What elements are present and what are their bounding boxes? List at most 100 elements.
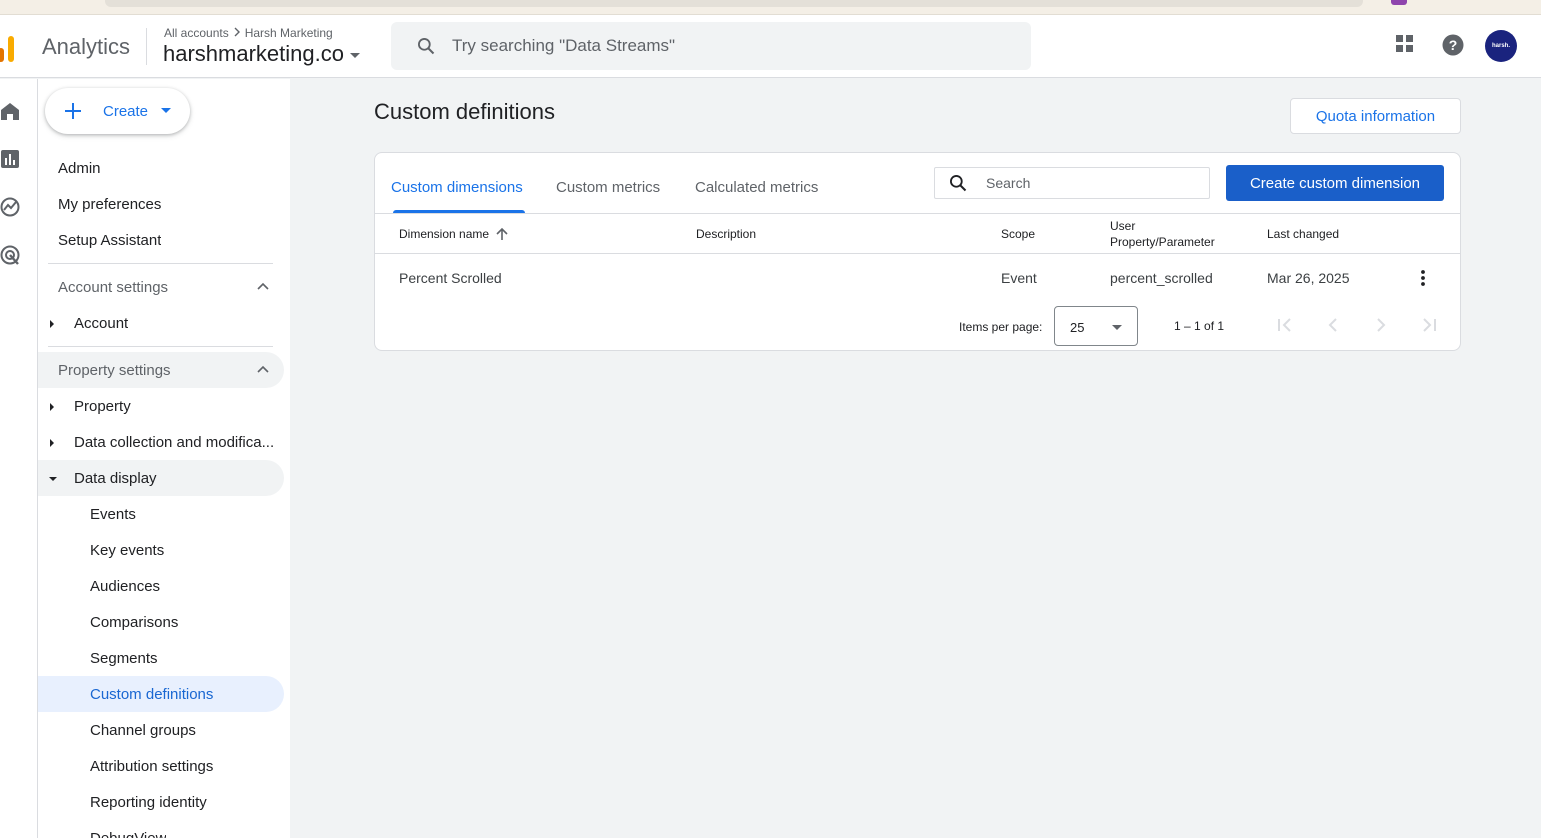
caret-down-icon[interactable] [161, 108, 171, 113]
page-title: Custom definitions [374, 99, 555, 124]
table-search-input[interactable] [986, 175, 1186, 191]
property-name: harshmarketing.co [163, 41, 344, 66]
more-vert-icon[interactable] [1415, 268, 1431, 293]
chevron-right-icon [233, 26, 241, 40]
column-header-user-property-line1: User [1110, 219, 1136, 233]
breadcrumb-account[interactable]: Harsh Marketing [245, 26, 333, 40]
plus-icon [65, 103, 81, 119]
nav-property-settings[interactable]: Property settings [38, 352, 284, 388]
avatar[interactable]: harsh. [1485, 30, 1517, 62]
nav-account-settings-label: Account settings [58, 278, 169, 296]
browser-address-bar[interactable] [105, 0, 1363, 7]
nav-reporting-identity[interactable]: Reporting identity [38, 784, 284, 820]
sort-ascending-icon [496, 227, 508, 240]
nav-channel-groups-label: Channel groups [90, 721, 196, 739]
nav-debugview[interactable]: DebugView [38, 820, 284, 838]
analytics-logo-icon [0, 32, 24, 62]
top-app-bar: Analytics All accounts Harsh Marketing h… [0, 15, 1541, 78]
column-header-scope: Scope [1001, 227, 1036, 241]
nav-comparisons[interactable]: Comparisons [38, 604, 284, 640]
nav-data-collection[interactable]: Data collection and modifica... [38, 424, 284, 460]
nav-key-events-label: Key events [90, 541, 165, 559]
nav-divider [48, 346, 273, 347]
cell-scope: Event [1001, 270, 1037, 286]
search-icon [418, 38, 435, 55]
help-icon[interactable]: ? [1442, 34, 1464, 61]
expand-arrow-icon [50, 439, 54, 447]
nav-property-settings-label: Property settings [58, 361, 171, 379]
nav-debugview-label: DebugView [90, 829, 167, 838]
nav-events[interactable]: Events [38, 496, 284, 532]
cell-parameter: percent_scrolled [1110, 270, 1213, 286]
home-icon[interactable] [0, 100, 22, 122]
nav-segments[interactable]: Segments [38, 640, 284, 676]
nav-my-preferences-label: My preferences [58, 195, 162, 213]
nav-audiences[interactable]: Audiences [38, 568, 284, 604]
column-header-user-property-line2: Property/Parameter [1110, 235, 1215, 249]
cell-dimension-name: Percent Scrolled [399, 270, 502, 286]
column-header-dimension-name-label: Dimension name [399, 227, 490, 241]
create-button-label: Create [103, 103, 149, 120]
main-content: Custom definitions Quota information Cus… [290, 79, 1541, 838]
browser-chrome-strip [0, 0, 1541, 15]
previous-page-icon[interactable] [1323, 315, 1343, 340]
nav-admin-label: Admin [58, 159, 101, 177]
header-divider [146, 28, 147, 65]
svg-text:?: ? [1449, 37, 1458, 53]
collapse-arrow-icon [49, 477, 57, 481]
last-page-icon[interactable] [1419, 315, 1439, 340]
expand-arrow-icon [50, 403, 54, 411]
expand-arrow-icon [50, 320, 54, 328]
column-header-last-changed: Last changed [1267, 227, 1340, 241]
tab-custom-metrics[interactable]: Custom metrics [556, 179, 660, 213]
nav-account-settings[interactable]: Account settings [38, 269, 284, 305]
column-header-dimension-name[interactable]: Dimension name [399, 226, 509, 242]
apps-grid-icon[interactable] [1395, 34, 1415, 59]
nav-account[interactable]: Account [38, 305, 284, 341]
custom-definitions-card: Custom dimensions Custom metrics Calcula… [374, 152, 1461, 351]
breadcrumb-all-accounts[interactable]: All accounts [164, 26, 229, 40]
property-picker[interactable]: harshmarketing.co [163, 41, 360, 67]
items-per-page-select[interactable]: 25 [1054, 306, 1138, 346]
nav-setup-assistant[interactable]: Setup Assistant [38, 222, 284, 258]
nav-custom-definitions[interactable]: Custom definitions [38, 676, 284, 712]
quota-information-button[interactable]: Quota information [1290, 98, 1461, 134]
next-page-icon[interactable] [1371, 315, 1391, 340]
tab-calculated-metrics[interactable]: Calculated metrics [695, 179, 818, 213]
nav-my-preferences[interactable]: My preferences [38, 186, 284, 222]
nav-segments-label: Segments [90, 649, 158, 667]
browser-extension-icon[interactable] [1391, 0, 1407, 5]
nav-reporting-identity-label: Reporting identity [90, 793, 207, 811]
nav-property[interactable]: Property [38, 388, 284, 424]
nav-attribution-settings-label: Attribution settings [90, 757, 214, 775]
create-button[interactable]: Create [45, 88, 190, 134]
create-custom-dimension-button[interactable]: Create custom dimension [1226, 165, 1444, 201]
explore-icon[interactable] [0, 196, 22, 218]
nav-channel-groups[interactable]: Channel groups [38, 712, 284, 748]
table-search[interactable] [934, 167, 1210, 199]
search-icon [950, 175, 967, 192]
nav-attribution-settings[interactable]: Attribution settings [38, 748, 284, 784]
nav-key-events[interactable]: Key events [38, 532, 284, 568]
breadcrumb[interactable]: All accounts Harsh Marketing [164, 26, 333, 40]
cell-last-changed: Mar 26, 2025 [1267, 270, 1350, 286]
tab-custom-dimensions[interactable]: Custom dimensions [391, 179, 525, 213]
column-header-user-property: User Property/Parameter [1110, 218, 1215, 250]
global-search[interactable] [391, 22, 1031, 70]
first-page-icon[interactable] [1275, 315, 1295, 340]
items-per-page-value: 25 [1070, 320, 1085, 335]
nav-data-collection-label: Data collection and modifica... [74, 433, 275, 451]
column-header-description: Description [696, 227, 757, 241]
admin-sidenav: Create Admin My preferences Setup Assist… [38, 79, 290, 838]
advertising-icon[interactable] [0, 244, 22, 266]
caret-down-icon [1112, 325, 1122, 330]
nav-data-display[interactable]: Data display [38, 460, 284, 496]
global-search-input[interactable] [452, 36, 972, 56]
caret-down-icon [349, 53, 360, 58]
nav-admin[interactable]: Admin [38, 150, 284, 186]
reports-icon[interactable] [0, 148, 22, 170]
app-name: Analytics [42, 34, 131, 59]
nav-audiences-label: Audiences [90, 577, 161, 595]
pagination-range: 1 – 1 of 1 [1174, 319, 1225, 333]
chevron-up-icon [257, 365, 269, 373]
